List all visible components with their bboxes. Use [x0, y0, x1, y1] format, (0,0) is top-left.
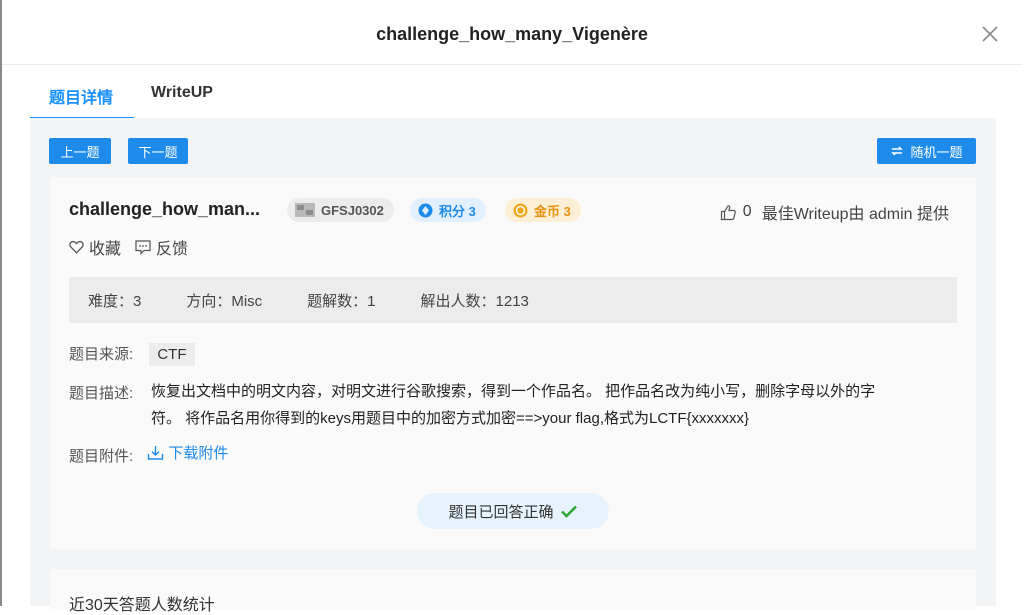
feedback-icon	[135, 239, 151, 255]
problem-title: challenge_how_man...	[69, 199, 261, 219]
description-label-row: 题目描述:	[69, 382, 133, 403]
random-problem-button[interactable]: 随机一题	[877, 138, 976, 164]
random-label: 随机一题	[910, 144, 963, 160]
source-label: 题目来源:	[69, 346, 134, 363]
download-attachment-link[interactable]: 下载附件	[147, 442, 228, 463]
problem-id: GFSJ0302	[321, 202, 384, 218]
tab-bar: 题目详情 WriteUP	[30, 78, 1000, 120]
points-badge: 积分 3	[410, 198, 486, 222]
next-problem-button[interactable]: 下一题	[128, 138, 188, 164]
coin-icon	[513, 203, 528, 217]
problem-id-badge: GFSJ0302	[287, 198, 394, 222]
attachment-label: 题目附件:	[69, 448, 134, 465]
problem-stats-bar: 难度：3 方向：Misc 题解数：1 解出人数：1213	[69, 277, 957, 323]
tab-details[interactable]: 题目详情	[49, 84, 113, 108]
download-icon	[148, 446, 164, 460]
points-value: 积分 3	[439, 203, 476, 219]
favorite-label: 收藏	[89, 241, 122, 258]
recent-stats-title: 近30天答题人数统计	[69, 597, 215, 614]
problem-card: challenge_how_man... GFSJ0302 积分 3 金币 3 …	[50, 177, 976, 549]
solvers-stat: 解出人数：1213	[420, 292, 529, 310]
modal-header: challenge_how_many_Vigenère	[2, 0, 1022, 65]
check-icon	[560, 505, 577, 518]
recent-stats-card: 近30天答题人数统计	[50, 569, 976, 614]
prev-problem-button[interactable]: 上一题	[49, 138, 111, 164]
modal-title: challenge_how_many_Vigenère	[376, 24, 648, 44]
refresh-icon	[891, 146, 904, 156]
favorite-button[interactable]: 收藏	[69, 235, 121, 259]
tab-writeup[interactable]: WriteUP	[151, 84, 213, 102]
heart-icon	[69, 240, 84, 254]
close-icon[interactable]	[980, 24, 1000, 44]
source-tag: CTF	[149, 343, 195, 366]
problem-description: 恢复出文档中的明文内容，对明文进行谷歌搜索，得到一个作品名。 把作品名改为纯小写…	[151, 378, 951, 432]
coin-value: 金币 3	[534, 203, 571, 219]
description-line-2: 符。 将作品名用你得到的keys用题目中的加密方式加密==>your flag,…	[151, 410, 750, 427]
problem-actions: 收藏 反馈	[69, 235, 202, 259]
description-line-1: 恢复出文档中的明文内容，对明文进行谷歌搜索，得到一个作品名。 把作品名改为纯小写…	[151, 383, 876, 400]
answered-status-badge: 题目已回答正确	[417, 493, 609, 529]
source-row: 题目来源: CTF	[69, 343, 195, 366]
description-label: 题目描述:	[69, 385, 134, 402]
points-icon	[418, 203, 433, 217]
solves-stat: 题解数：1	[307, 292, 376, 310]
direction-stat: 方向：Misc	[186, 292, 263, 310]
id-icon	[295, 203, 315, 217]
writeup-credit: 最佳Writeup由 admin 提供	[761, 206, 949, 223]
coin-badge: 金币 3	[505, 198, 581, 222]
answered-label: 题目已回答正确	[448, 503, 554, 521]
feedback-label: 反馈	[156, 241, 189, 258]
detail-panel: 上一题 下一题 随机一题 challenge_how_man... GFSJ03…	[30, 118, 996, 614]
difficulty-stat: 难度：3	[88, 292, 142, 310]
thumb-up-icon[interactable]	[720, 204, 737, 221]
attachment-row: 题目附件: 下载附件	[69, 442, 228, 466]
challenge-modal: challenge_how_many_Vigenère 题目详情 WriteUP…	[2, 0, 1022, 614]
writeup-likes: 0 最佳Writeup由 admin 提供	[720, 200, 949, 224]
feedback-button[interactable]: 反馈	[135, 235, 188, 259]
likes-count: 0	[742, 203, 752, 220]
download-label: 下载附件	[168, 445, 229, 462]
